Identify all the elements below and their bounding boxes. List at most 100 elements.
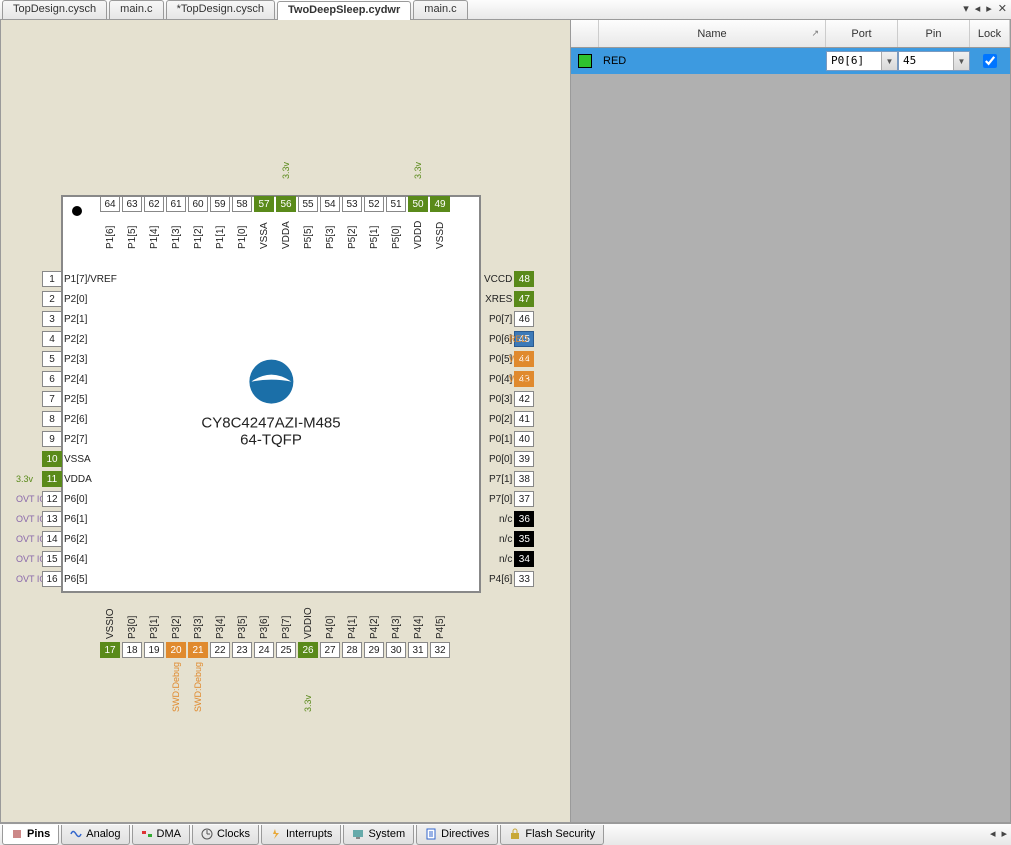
btab-directives[interactable]: Directives [416, 825, 498, 845]
pin-51[interactable]: 51 [386, 196, 406, 212]
btab-clocks[interactable]: Clocks [192, 825, 259, 845]
pin-53[interactable]: 53 [342, 196, 362, 212]
tab-dropdown-icon[interactable]: ▾ [963, 2, 969, 15]
pin-63[interactable]: 63 [122, 196, 142, 212]
col-swatch[interactable] [571, 20, 599, 47]
pin-7[interactable]: 7 [42, 391, 62, 407]
pin-30[interactable]: 30 [386, 642, 406, 658]
pin-label: VDDA [281, 215, 292, 249]
pin-label: P6[2] [64, 534, 87, 545]
dma-icon [141, 828, 153, 840]
pin-55[interactable]: 55 [298, 196, 318, 212]
btab-pins[interactable]: Pins [2, 825, 59, 845]
btab-dma[interactable]: DMA [132, 825, 190, 845]
chip-canvas[interactable]: CY8C4247AZI-M485 64-TQFP 3.3vOVT IOOVT I… [1, 20, 571, 822]
col-pin[interactable]: Pin [898, 20, 970, 47]
pin-label: P4[2] [369, 597, 380, 639]
pin-21[interactable]: 21 [188, 642, 208, 658]
pin-17[interactable]: 17 [100, 642, 120, 658]
pin-58[interactable]: 58 [232, 196, 252, 212]
tab-topdesign1[interactable]: TopDesign.cysch [2, 0, 107, 19]
pin-5[interactable]: 5 [42, 351, 62, 367]
pin-1[interactable]: 1 [42, 271, 62, 287]
tab-prev-icon[interactable]: ◂ [975, 2, 981, 15]
pin-26[interactable]: 26 [298, 642, 318, 658]
btab-interrupts[interactable]: Interrupts [261, 825, 341, 845]
pin-label: P1[3] [171, 215, 182, 249]
pin-11[interactable]: 11 [42, 471, 62, 487]
pin-label: P1[4] [149, 215, 160, 249]
pin-label: P3[0] [127, 597, 138, 639]
btab-next-icon[interactable]: ▸ [1001, 827, 1007, 840]
pin-6[interactable]: 6 [42, 371, 62, 387]
pin-10[interactable]: 10 [42, 451, 62, 467]
pin-2[interactable]: 2 [42, 291, 62, 307]
col-port[interactable]: Port [826, 20, 898, 47]
pin-label: VDDD [413, 215, 424, 249]
pin-52[interactable]: 52 [364, 196, 384, 212]
pin-62[interactable]: 62 [144, 196, 164, 212]
pin-61[interactable]: 61 [166, 196, 186, 212]
pin-16[interactable]: 16 [42, 571, 62, 587]
pin-13[interactable]: 13 [42, 511, 62, 527]
tab-mainc2[interactable]: main.c [413, 0, 467, 19]
pin-label: P1[6] [105, 215, 116, 249]
cypress-logo-icon [247, 358, 295, 406]
pin-64[interactable]: 64 [100, 196, 120, 212]
pin-12[interactable]: 12 [42, 491, 62, 507]
btab-analog[interactable]: Analog [61, 825, 129, 845]
btab-flash[interactable]: Flash Security [500, 825, 604, 845]
pin-8[interactable]: 8 [42, 411, 62, 427]
pin1-dot-icon [72, 206, 82, 216]
pin-23[interactable]: 23 [232, 642, 252, 658]
pin-3[interactable]: 3 [42, 311, 62, 327]
port-combo[interactable]: P0[6]▼ [826, 51, 898, 71]
pin-27[interactable]: 27 [320, 642, 340, 658]
interrupt-icon [270, 828, 282, 840]
pin-22[interactable]: 22 [210, 642, 230, 658]
pin-49[interactable]: 49 [430, 196, 450, 212]
pin-28[interactable]: 28 [342, 642, 362, 658]
btab-prev-icon[interactable]: ◂ [990, 827, 996, 840]
tab-close-icon[interactable]: ✕ [998, 2, 1007, 15]
pin-24[interactable]: 24 [254, 642, 274, 658]
pin-combo[interactable]: 45▼ [898, 51, 970, 71]
pin-31[interactable]: 31 [408, 642, 428, 658]
pin-19[interactable]: 19 [144, 642, 164, 658]
pin-50[interactable]: 50 [408, 196, 428, 212]
lock-checkbox[interactable] [983, 54, 997, 68]
tab-next-icon[interactable]: ▸ [986, 2, 992, 15]
pin-15[interactable]: 15 [42, 551, 62, 567]
btab-system[interactable]: System [343, 825, 414, 845]
tab-twodeepsleep[interactable]: TwoDeepSleep.cydwr [277, 1, 411, 20]
pin-57[interactable]: 57 [254, 196, 274, 212]
pin-56[interactable]: 56 [276, 196, 296, 212]
pin-label: P2[2] [64, 334, 87, 345]
tab-topdesign2[interactable]: *TopDesign.cysch [166, 0, 275, 19]
pin-18[interactable]: 18 [122, 642, 142, 658]
pin-9[interactable]: 9 [42, 431, 62, 447]
tab-mainc1[interactable]: main.c [109, 0, 163, 19]
pin-label: P3[2] [171, 597, 182, 639]
col-lock[interactable]: Lock [970, 20, 1010, 47]
cell-name[interactable]: RED [599, 55, 826, 67]
table-header: Name Port Pin Lock [571, 20, 1010, 48]
pins-icon [11, 828, 23, 840]
pin-20[interactable]: 20 [166, 642, 186, 658]
analog-icon [70, 828, 82, 840]
pin-14[interactable]: 14 [42, 531, 62, 547]
pin-59[interactable]: 59 [210, 196, 230, 212]
chevron-down-icon[interactable]: ▼ [881, 52, 897, 70]
pin-29[interactable]: 29 [364, 642, 384, 658]
col-name[interactable]: Name [599, 20, 826, 47]
pin-25[interactable]: 25 [276, 642, 296, 658]
pin-ext: WCO [509, 374, 531, 384]
chevron-down-icon[interactable]: ▼ [953, 52, 969, 70]
pin-32[interactable]: 32 [430, 642, 450, 658]
pin-4[interactable]: 4 [42, 331, 62, 347]
chip-package: 64-TQFP [201, 432, 340, 449]
pin-label: P2[7] [64, 434, 87, 445]
pin-54[interactable]: 54 [320, 196, 340, 212]
pin-60[interactable]: 60 [188, 196, 208, 212]
table-row[interactable]: RED P0[6]▼ 45▼ [571, 48, 1010, 74]
